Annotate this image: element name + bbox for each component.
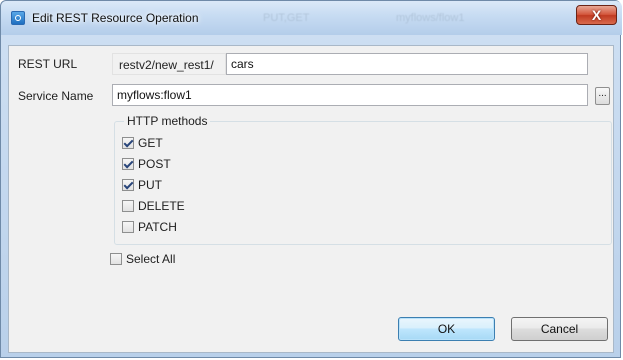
- window-title: Edit REST Resource Operation: [32, 11, 199, 25]
- select-all-label: Select All: [126, 252, 176, 266]
- background-window-text: myflows/flow1: [396, 12, 465, 24]
- checkbox-box[interactable]: [122, 221, 134, 233]
- rest-url-label: REST URL: [18, 57, 78, 71]
- checkbox-box[interactable]: [122, 200, 134, 212]
- background-window-text: PUT,GET: [263, 12, 310, 24]
- close-icon: X: [591, 7, 602, 23]
- app-icon: [11, 11, 25, 25]
- method-checkbox-post[interactable]: POST: [122, 155, 171, 173]
- cancel-button[interactable]: Cancel: [511, 317, 608, 341]
- checkbox-box[interactable]: [122, 137, 134, 149]
- select-all-checkbox-box[interactable]: [110, 253, 122, 265]
- method-checkbox-delete[interactable]: DELETE: [122, 197, 185, 215]
- dialog-window: Edit REST Resource Operation PUT,GET myf…: [0, 0, 622, 358]
- method-checkbox-patch[interactable]: PATCH: [122, 218, 177, 236]
- checkbox-box[interactable]: [122, 179, 134, 191]
- ok-button[interactable]: OK: [398, 317, 495, 341]
- browse-service-button[interactable]: ...: [595, 87, 610, 105]
- method-label: GET: [138, 136, 163, 150]
- service-name-input[interactable]: [112, 84, 588, 106]
- rest-url-input[interactable]: [226, 53, 588, 75]
- method-label: PATCH: [138, 220, 177, 234]
- dialog-content: REST URL restv2/new_rest1/ Service Name …: [8, 45, 614, 353]
- http-methods-group: HTTP methods GET POST PUT DELETE PATCH: [114, 114, 612, 245]
- service-name-label: Service Name: [18, 89, 94, 103]
- close-button[interactable]: X: [576, 5, 617, 25]
- title-bar[interactable]: Edit REST Resource Operation PUT,GET myf…: [1, 1, 622, 35]
- method-checkbox-get[interactable]: GET: [122, 134, 163, 152]
- rest-url-prefix: restv2/new_rest1/: [112, 53, 226, 75]
- checkbox-box[interactable]: [122, 158, 134, 170]
- method-label: DELETE: [138, 199, 185, 213]
- select-all-checkbox[interactable]: Select All: [110, 250, 175, 268]
- method-checkbox-put[interactable]: PUT: [122, 176, 162, 194]
- method-label: PUT: [138, 178, 162, 192]
- http-methods-title: HTTP methods: [124, 114, 211, 128]
- method-label: POST: [138, 157, 171, 171]
